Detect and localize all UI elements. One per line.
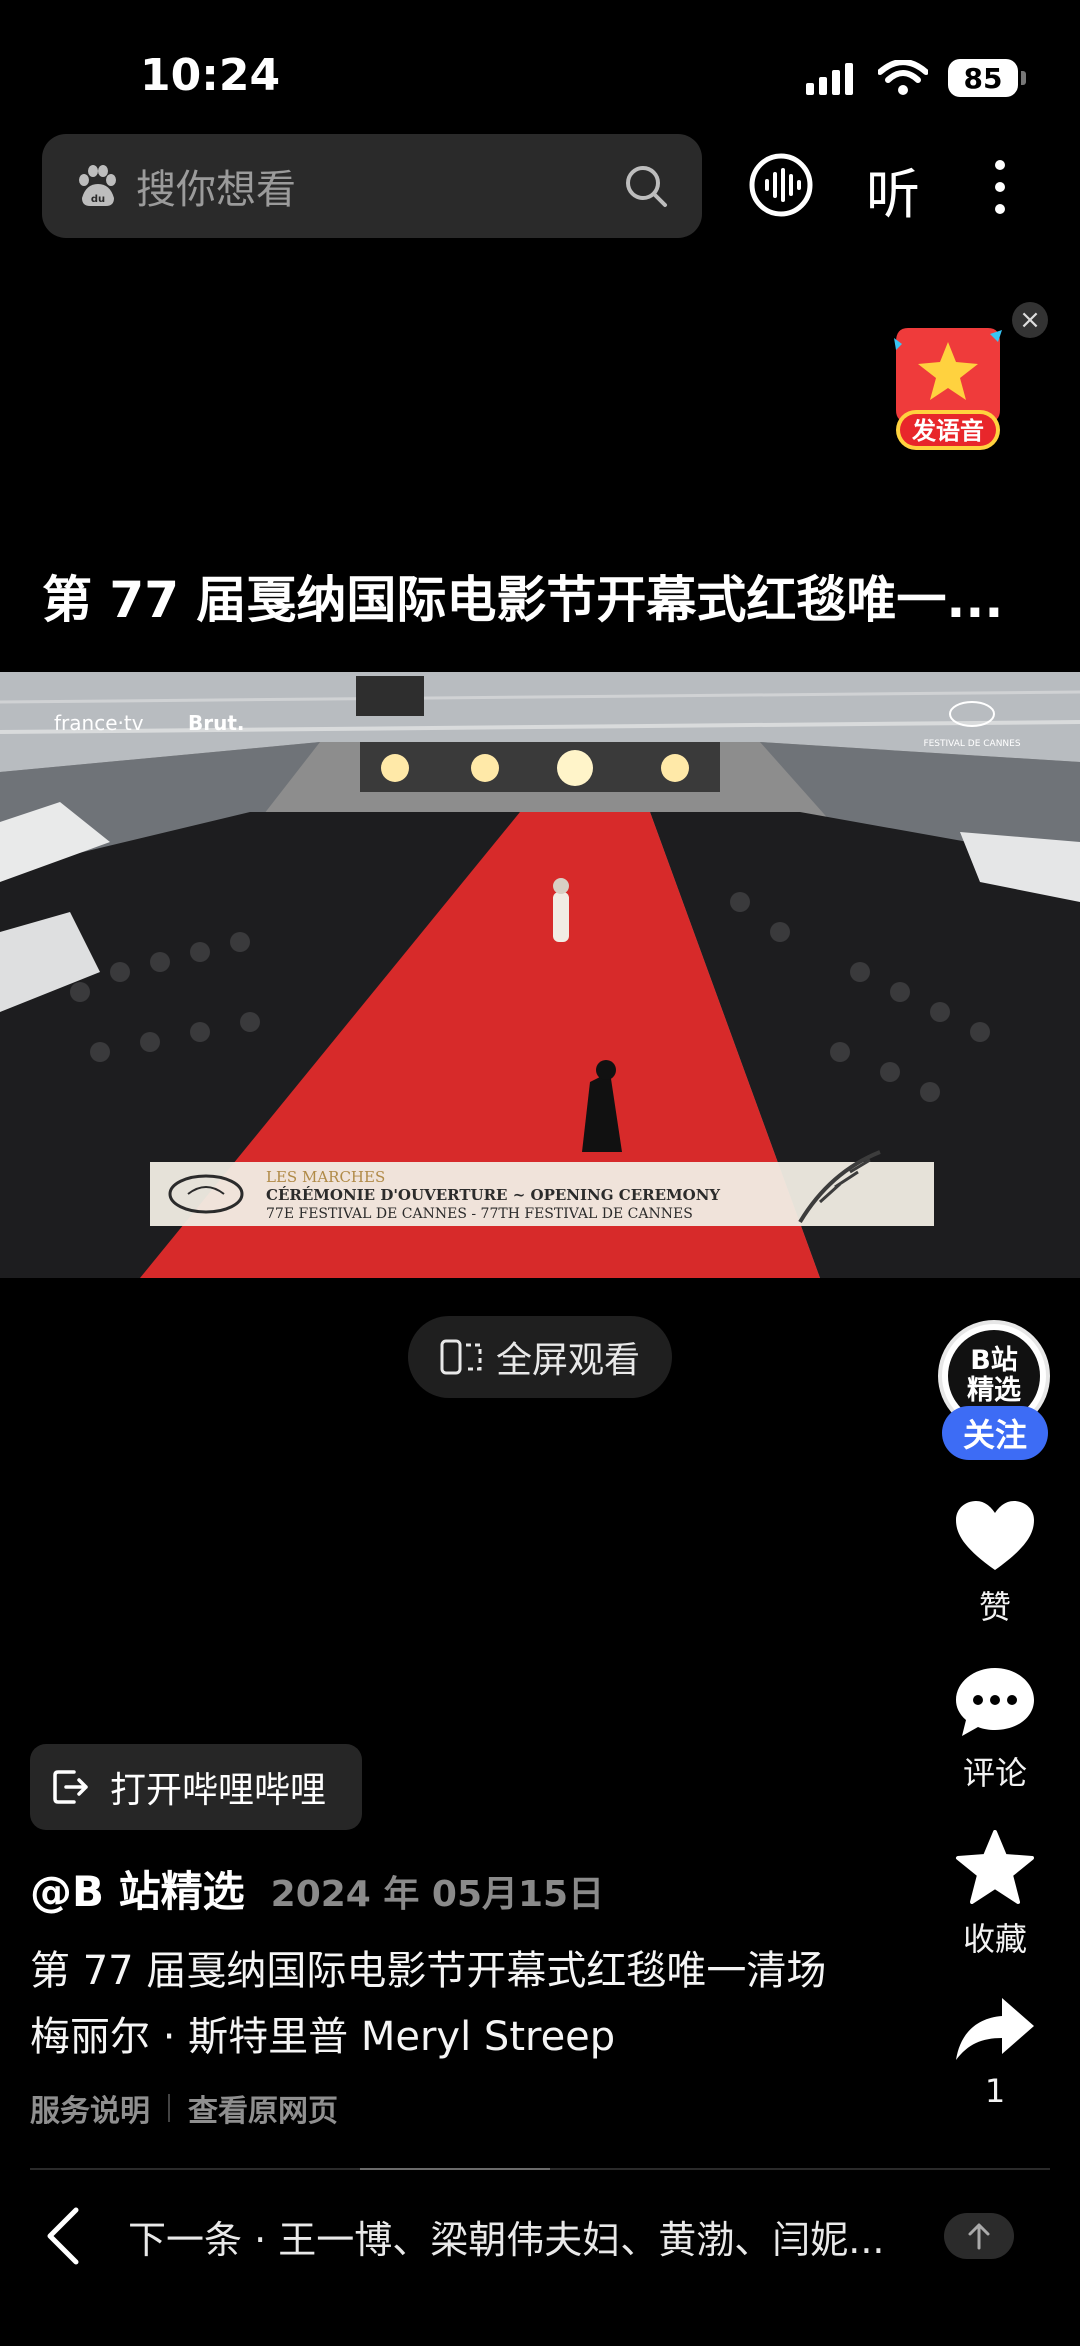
listen-button[interactable]: 听: [866, 150, 920, 229]
status-time: 10:24: [140, 50, 281, 101]
search-input[interactable]: du 搜你想看: [42, 134, 702, 238]
star-icon: [956, 1830, 1034, 1904]
comment-label: 评论: [962, 1754, 1027, 1792]
video-title: 第 77 届戛纳国际电影节开幕式红毯唯一...: [42, 571, 1004, 629]
more-options-icon[interactable]: [990, 158, 1010, 216]
post-date: 2024 年 05月15日: [270, 1874, 605, 1915]
search-icon[interactable]: [622, 162, 670, 210]
comment-button[interactable]: 评论: [935, 1666, 1055, 1794]
avatar-text-line2: 精选: [967, 1375, 1021, 1406]
share-count: 1: [984, 2072, 1006, 2110]
next-item-bar[interactable]: 下一条 · 王一博、梁朝伟夫妇、黄渤、闫妮...: [0, 2186, 1080, 2286]
heart-icon: [956, 1501, 1034, 1570]
collect-button[interactable]: 收藏: [935, 1830, 1055, 1960]
author-name[interactable]: @B 站精选: [30, 1858, 245, 1919]
wifi-icon: [878, 60, 928, 95]
status-icons: 85: [806, 56, 1026, 100]
voice-assistant-icon[interactable]: [748, 152, 814, 218]
post-description: 第 77 届戛纳国际电影节开幕式红毯唯一清场 梅丽尔 · 斯特里普 Meryl …: [30, 1938, 910, 2070]
like-button[interactable]: 赞: [935, 1500, 1055, 1628]
description-line1: 第 77 届戛纳国际电影节开幕式红毯唯一清场: [30, 1948, 827, 1994]
search-placeholder: 搜你想看: [136, 167, 296, 213]
cellular-signal-icon: [806, 63, 853, 95]
follow-button[interactable]: 关注: [942, 1406, 1048, 1460]
baidu-paw-icon: du: [79, 165, 116, 206]
footer-links: 服务说明 查看原网页: [30, 2086, 338, 2130]
open-bilibili-button[interactable]: 打开哔哩哔哩: [30, 1744, 362, 1830]
brut-logo: Brut.: [188, 711, 245, 735]
red-carpet-video-still: france·tv Brut. FESTIVAL DE CANNES LES M…: [0, 672, 1080, 1278]
fullscreen-button[interactable]: 全屏观看: [408, 1316, 672, 1398]
close-icon[interactable]: ×: [1012, 302, 1048, 338]
broadcaster-logo: france·tv: [54, 711, 144, 735]
like-label: 赞: [978, 1588, 1011, 1626]
author-line: @B 站精选 2024 年 05月15日: [30, 1858, 604, 1919]
arrow-up-icon: [968, 2223, 990, 2250]
scroll-top-button[interactable]: [944, 2213, 1014, 2259]
open-external-icon: [53, 1770, 88, 1804]
voice-promo-badge[interactable]: 发语音: [890, 318, 1006, 458]
share-arrow-icon: [956, 1998, 1034, 2060]
comment-icon: [956, 1668, 1034, 1736]
lower-third-line1: LES MARCHES: [266, 1168, 385, 1186]
fullscreen-label: 全屏观看: [495, 1340, 640, 1381]
video-player[interactable]: france·tv Brut. FESTIVAL DE CANNES LES M…: [0, 672, 1080, 1278]
progress-divider: [30, 2168, 1050, 2170]
divider: [168, 2094, 170, 2122]
promo-badge-text: 发语音: [911, 417, 984, 445]
battery-indicator: 85: [948, 59, 1026, 97]
view-original-link[interactable]: 查看原网页: [188, 2086, 338, 2130]
share-button[interactable]: 1: [935, 1996, 1055, 2110]
next-item-text[interactable]: 下一条 · 王一博、梁朝伟夫妇、黄渤、闫妮...: [128, 2209, 918, 2264]
description-line2: 梅丽尔 · 斯特里普 Meryl Streep: [30, 2014, 616, 2060]
service-info-link[interactable]: 服务说明: [30, 2086, 150, 2130]
lower-third-line3: 77E FESTIVAL DE CANNES - 77TH FESTIVAL D…: [266, 1206, 693, 1222]
fullscreen-icon: [440, 1339, 482, 1375]
chevron-left-icon[interactable]: [44, 2206, 84, 2266]
collect-label: 收藏: [962, 1920, 1027, 1958]
svg-text:du: du: [91, 194, 105, 205]
avatar-text-line1: B站: [970, 1345, 1018, 1376]
lower-third-line2: CÉRÉMONIE D'OUVERTURE ~ OPENING CEREMONY: [266, 1186, 720, 1204]
festival-logo-text: FESTIVAL DE CANNES: [923, 739, 1020, 749]
open-bilibili-label: 打开哔哩哔哩: [110, 1770, 327, 1811]
